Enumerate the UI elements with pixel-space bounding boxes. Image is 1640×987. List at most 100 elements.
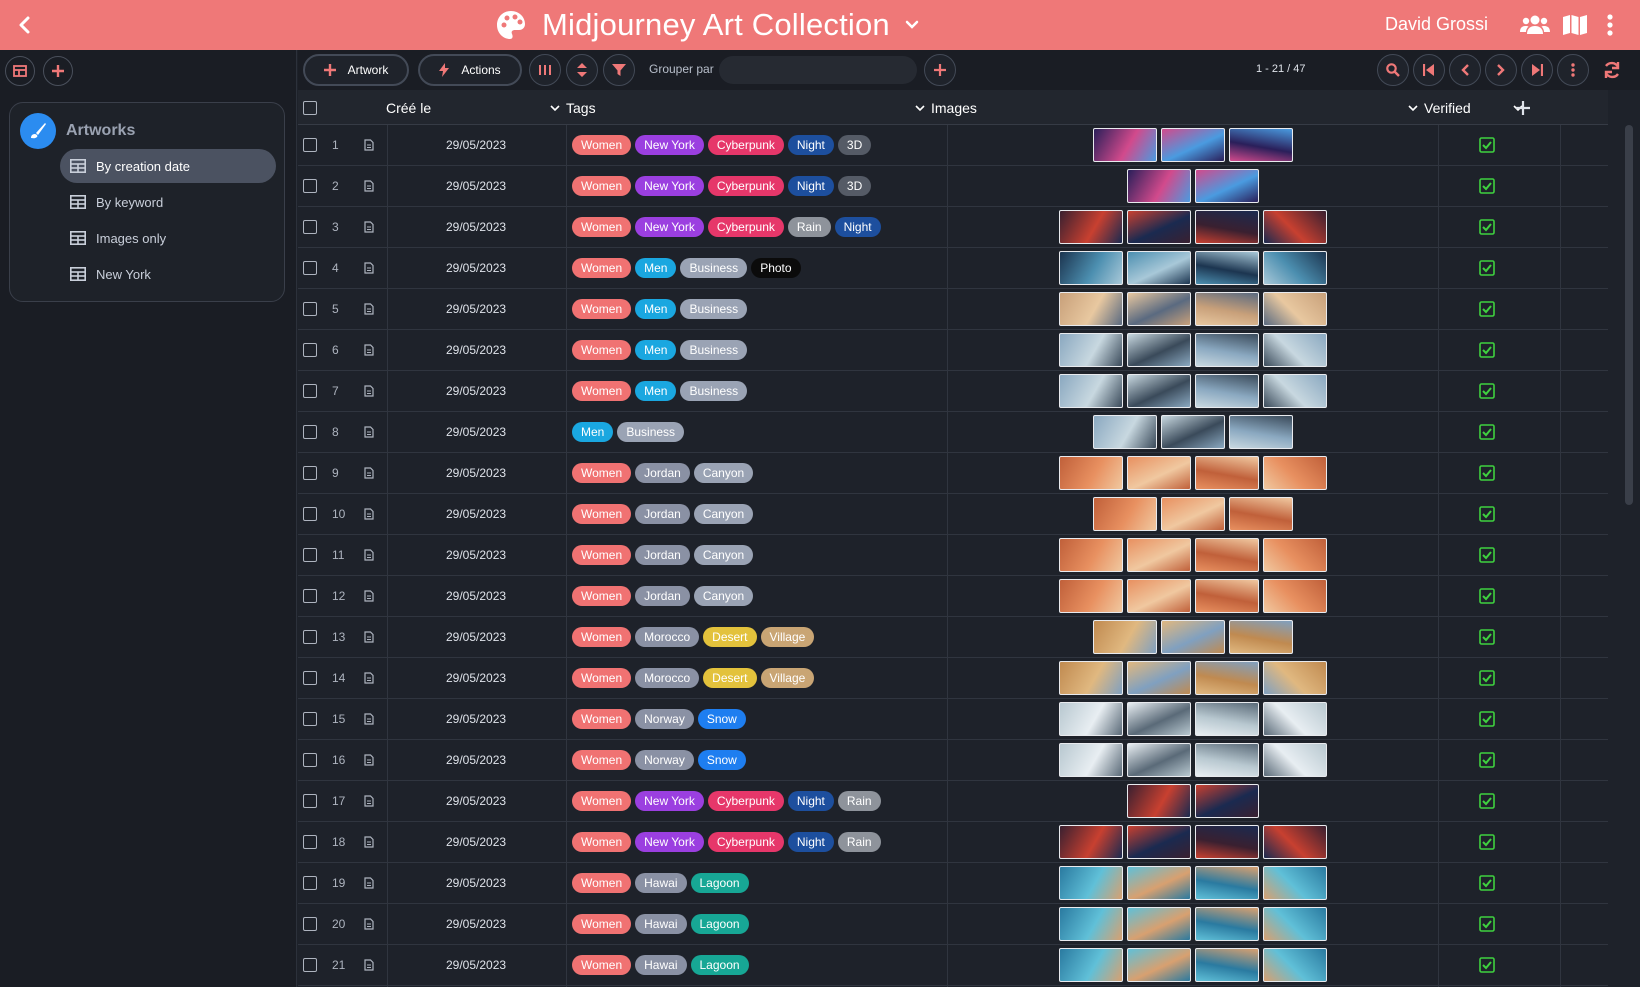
artwork-thumbnail[interactable] — [1127, 825, 1191, 859]
sort-button[interactable] — [566, 54, 598, 86]
open-record-button[interactable] — [364, 207, 374, 247]
tag-chip[interactable]: Hawai — [635, 873, 687, 893]
tag-chip[interactable]: 3D — [837, 176, 872, 196]
artwork-thumbnail[interactable] — [1093, 415, 1157, 449]
users-button[interactable] — [1520, 10, 1550, 40]
artwork-thumbnail[interactable] — [1127, 292, 1191, 326]
toggle-panel-button[interactable] — [5, 56, 35, 86]
artwork-thumbnail[interactable] — [1127, 784, 1191, 818]
verified-checkbox[interactable] — [1479, 863, 1495, 903]
tag-chip[interactable]: Business — [680, 340, 748, 360]
row-checkbox[interactable] — [303, 289, 317, 329]
table-row[interactable]: 19 29/05/2023 Women Hawai Lagoon — [298, 863, 1608, 904]
tag-chip[interactable]: Norway — [635, 750, 694, 770]
artwork-thumbnail[interactable] — [1263, 866, 1327, 900]
tag-chip[interactable]: Women — [572, 709, 632, 729]
artwork-thumbnail[interactable] — [1127, 374, 1191, 408]
artwork-thumbnail[interactable] — [1127, 456, 1191, 490]
tag-chip[interactable]: Norway — [635, 709, 694, 729]
tag-chip[interactable]: Women — [572, 340, 632, 360]
column-header-verified[interactable]: Verified — [1408, 90, 1523, 125]
verified-checkbox[interactable] — [1479, 535, 1495, 575]
artwork-thumbnail[interactable] — [1195, 948, 1259, 982]
tag-chip[interactable]: Women — [572, 873, 632, 893]
row-checkbox[interactable] — [303, 412, 317, 452]
verified-checkbox[interactable] — [1479, 617, 1495, 657]
artwork-thumbnail[interactable] — [1161, 620, 1225, 654]
table-row[interactable]: 6 29/05/2023 Women Men Business — [298, 330, 1608, 371]
open-record-button[interactable] — [364, 740, 374, 780]
row-checkbox[interactable] — [303, 945, 317, 985]
artwork-thumbnail[interactable] — [1127, 210, 1191, 244]
verified-checkbox[interactable] — [1479, 166, 1495, 206]
tag-chip[interactable]: Night — [787, 135, 834, 155]
artwork-thumbnail[interactable] — [1127, 948, 1191, 982]
add-artwork-button[interactable]: Artwork — [303, 54, 409, 86]
tag-chip[interactable]: Jordan — [635, 504, 690, 524]
tag-chip[interactable]: Women — [572, 504, 632, 524]
open-record-button[interactable] — [364, 945, 374, 985]
table-row[interactable]: 20 29/05/2023 Women Hawai Lagoon — [298, 904, 1608, 945]
tag-chip[interactable]: Jordan — [635, 463, 690, 483]
artwork-thumbnail[interactable] — [1195, 169, 1259, 203]
artwork-thumbnail[interactable] — [1127, 251, 1191, 285]
artwork-thumbnail[interactable] — [1127, 333, 1191, 367]
artwork-thumbnail[interactable] — [1195, 251, 1259, 285]
column-header-tags[interactable]: Tags — [550, 90, 596, 125]
more-options-button[interactable] — [1557, 54, 1589, 86]
verified-checkbox[interactable] — [1479, 371, 1495, 411]
tag-chip[interactable]: Rain — [787, 217, 831, 237]
verified-checkbox[interactable] — [1479, 494, 1495, 534]
tag-chip[interactable]: Snow — [697, 709, 746, 729]
tag-chip[interactable]: Cyberpunk — [707, 176, 784, 196]
artwork-thumbnail[interactable] — [1059, 538, 1123, 572]
tag-chip[interactable]: Photo — [751, 258, 801, 278]
artwork-thumbnail[interactable] — [1059, 333, 1123, 367]
row-checkbox[interactable] — [303, 166, 317, 206]
artwork-thumbnail[interactable] — [1127, 661, 1191, 695]
select-all-checkbox[interactable] — [303, 90, 317, 125]
row-checkbox[interactable] — [303, 248, 317, 288]
tag-chip[interactable]: Women — [572, 914, 632, 934]
tag-chip[interactable]: Women — [572, 955, 632, 975]
columns-button[interactable] — [529, 54, 561, 86]
tag-chip[interactable]: Jordan — [635, 586, 690, 606]
tag-chip[interactable]: Desert — [703, 627, 757, 647]
artwork-thumbnail[interactable] — [1229, 620, 1293, 654]
artwork-thumbnail[interactable] — [1127, 866, 1191, 900]
tag-chip[interactable]: Village — [760, 668, 815, 688]
artwork-thumbnail[interactable] — [1093, 497, 1157, 531]
row-checkbox[interactable] — [303, 494, 317, 534]
open-record-button[interactable] — [364, 658, 374, 698]
table-row[interactable]: 16 29/05/2023 Women Norway Snow — [298, 740, 1608, 781]
tag-chip[interactable]: New York — [635, 832, 704, 852]
verified-checkbox[interactable] — [1479, 125, 1495, 165]
open-record-button[interactable] — [364, 822, 374, 862]
tag-chip[interactable]: Men — [635, 299, 677, 319]
tag-chip[interactable]: Cyberpunk — [707, 832, 784, 852]
tag-chip[interactable]: Business — [617, 422, 685, 442]
tag-chip[interactable]: Women — [572, 299, 632, 319]
row-checkbox[interactable] — [303, 699, 317, 739]
artwork-thumbnail[interactable] — [1195, 292, 1259, 326]
verified-checkbox[interactable] — [1479, 658, 1495, 698]
open-record-button[interactable] — [364, 535, 374, 575]
tag-chip[interactable]: Women — [572, 463, 632, 483]
tag-chip[interactable]: Women — [572, 791, 632, 811]
tag-chip[interactable]: Morocco — [635, 627, 700, 647]
open-record-button[interactable] — [364, 125, 374, 165]
artwork-thumbnail[interactable] — [1263, 907, 1327, 941]
artwork-thumbnail[interactable] — [1059, 292, 1123, 326]
table-row[interactable]: 2 29/05/2023 Women New York Cyberpunk Night 3D — [298, 166, 1608, 207]
tag-chip[interactable]: Village — [760, 627, 815, 647]
tag-chip[interactable]: Cyberpunk — [707, 217, 784, 237]
tag-chip[interactable]: Rain — [837, 832, 881, 852]
more-button[interactable] — [1598, 10, 1622, 40]
tag-chip[interactable]: Women — [572, 627, 632, 647]
open-record-button[interactable] — [364, 617, 374, 657]
verified-checkbox[interactable] — [1479, 740, 1495, 780]
table-row[interactable]: 12 29/05/2023 Women Jordan Canyon — [298, 576, 1608, 617]
open-record-button[interactable] — [364, 371, 374, 411]
table-row[interactable]: 7 29/05/2023 Women Men Business — [298, 371, 1608, 412]
row-checkbox[interactable] — [303, 617, 317, 657]
